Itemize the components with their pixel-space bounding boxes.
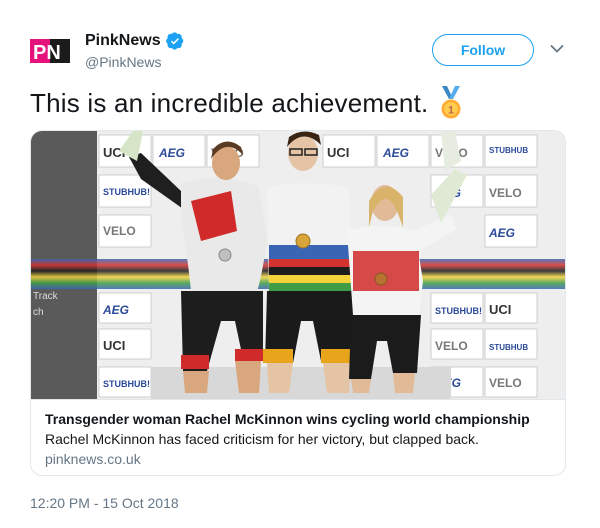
- display-name[interactable]: PinkNews: [85, 32, 161, 50]
- follow-button[interactable]: Follow: [432, 34, 534, 66]
- svg-text:VELO: VELO: [489, 186, 522, 200]
- svg-text:Track: Track: [33, 291, 59, 302]
- user-info[interactable]: PinkNews @PinkNews: [85, 30, 184, 70]
- svg-text:AEG: AEG: [158, 146, 185, 160]
- pinknews-logo[interactable]: PN: [30, 36, 74, 66]
- svg-text:STUBHUB!: STUBHUB!: [103, 187, 150, 197]
- svg-text:UCI: UCI: [103, 338, 125, 353]
- svg-text:ch: ch: [33, 307, 44, 318]
- card-title[interactable]: Transgender woman Rachel McKinnon wins c…: [45, 411, 551, 427]
- tweet-text: This is an incredible achievement.: [30, 87, 429, 118]
- svg-text:STUBHUB: STUBHUB: [489, 343, 528, 352]
- card-domain[interactable]: pinknews.co.uk: [45, 451, 551, 467]
- svg-text:AEG: AEG: [102, 303, 129, 317]
- svg-text:AEG: AEG: [382, 146, 409, 160]
- card-description: Rachel McKinnon has faced criticism for …: [45, 431, 479, 447]
- link-card[interactable]: UCI AEG VELO UCI AEG VELO STUBHUB STUBHU…: [30, 130, 566, 476]
- svg-text:VELO: VELO: [435, 339, 468, 353]
- svg-text:1: 1: [448, 105, 454, 117]
- svg-text:VELO: VELO: [103, 224, 136, 238]
- svg-text:STUBHUB: STUBHUB: [489, 146, 528, 155]
- medal-icon: 1: [441, 86, 461, 119]
- logo-letter-p: PN: [33, 42, 61, 64]
- svg-text:STUBHUB!: STUBHUB!: [435, 306, 482, 316]
- verified-badge-icon: [165, 32, 183, 50]
- tweet-text-row: This is an incredible achievement. 1: [30, 86, 464, 120]
- user-handle[interactable]: @PinkNews: [85, 54, 184, 70]
- svg-text:VELO: VELO: [489, 376, 522, 390]
- card-body[interactable]: Transgender woman Rachel McKinnon wins c…: [31, 399, 565, 475]
- card-image[interactable]: UCI AEG VELO UCI AEG VELO STUBHUB STUBHU…: [31, 131, 565, 399]
- svg-text:UCI: UCI: [327, 145, 349, 160]
- svg-text:AEG: AEG: [488, 226, 515, 240]
- tweet-container: PN PinkNews @PinkNews Follow This is an …: [0, 0, 600, 528]
- chevron-down-icon[interactable]: [550, 44, 564, 54]
- svg-text:STUBHUB!: STUBHUB!: [103, 379, 150, 389]
- tweet-timestamp[interactable]: 12:20 PM - 15 Oct 2018: [30, 495, 179, 511]
- svg-text:UCI: UCI: [489, 302, 511, 317]
